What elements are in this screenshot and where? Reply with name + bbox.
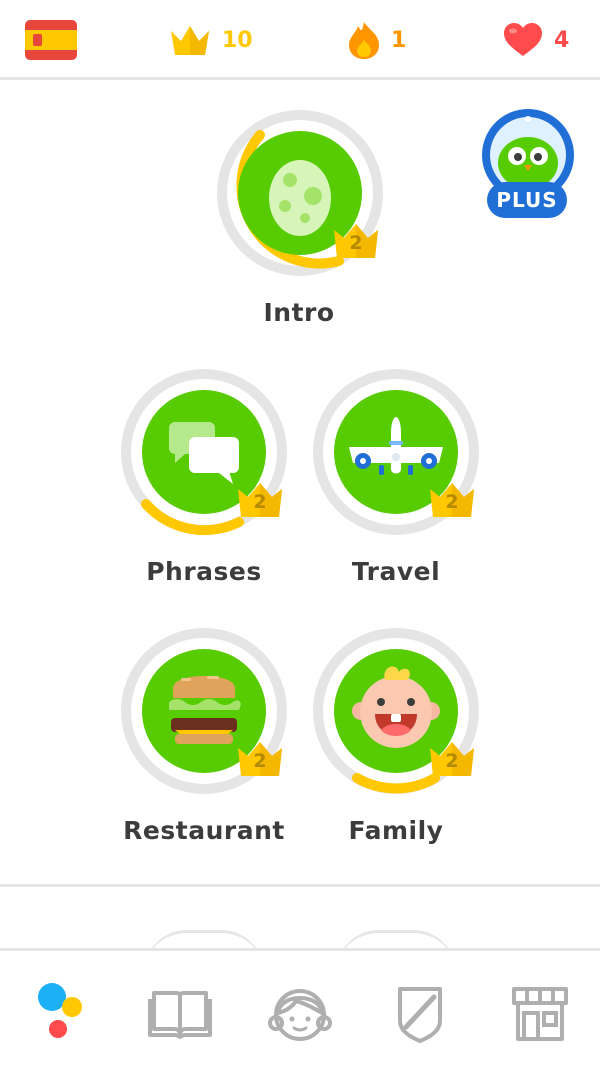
nav-learn[interactable]	[28, 981, 92, 1045]
learn-dots-icon	[38, 983, 82, 1038]
skill-travel-level: 2	[445, 491, 459, 513]
shop-icon	[512, 987, 568, 1041]
hearts-count: 4	[554, 27, 570, 53]
section-divider	[0, 884, 600, 887]
skill-travel[interactable]: 2	[311, 367, 481, 537]
plus-label: PLUS	[487, 182, 567, 218]
skill-phrases[interactable]: 2	[119, 367, 289, 537]
bottom-nav	[0, 948, 600, 1066]
skill-family-level: 2	[445, 750, 459, 772]
top-bar: 10 1 4	[0, 0, 600, 80]
shield-icon	[398, 987, 442, 1043]
plus-badge[interactable]: PLUS	[481, 108, 575, 222]
heart-icon	[504, 23, 542, 56]
skill-restaurant-label[interactable]: Restaurant	[94, 816, 314, 845]
skill-intro[interactable]: 2	[215, 108, 385, 278]
profile-face-icon	[268, 989, 332, 1041]
crown-icon	[171, 26, 209, 55]
streak-counter[interactable]: 1	[347, 20, 406, 60]
nav-profile[interactable]	[268, 981, 332, 1045]
skill-intro-level: 2	[349, 232, 363, 254]
skill-family-label[interactable]: Family	[286, 816, 506, 845]
skill-phrases-level: 2	[253, 491, 267, 513]
nav-leagues[interactable]	[388, 981, 452, 1045]
egg-icon	[269, 160, 331, 236]
skill-family-progress	[352, 773, 440, 794]
skill-phrases-label[interactable]: Phrases	[94, 557, 314, 586]
crowns-count: 10	[222, 27, 253, 53]
hearts-counter[interactable]: 4	[502, 20, 569, 60]
spain-flag-icon[interactable]	[25, 20, 77, 60]
skill-restaurant-level: 2	[253, 750, 267, 772]
book-icon	[148, 991, 212, 1039]
skill-travel-label[interactable]: Travel	[286, 557, 506, 586]
nav-stories[interactable]	[148, 981, 212, 1045]
streak-count: 1	[391, 27, 407, 53]
skill-intro-label[interactable]: Intro	[189, 298, 409, 327]
skill-restaurant[interactable]: 2	[119, 626, 289, 796]
crowns-counter[interactable]: 10	[168, 20, 253, 60]
skill-family[interactable]: 2	[311, 626, 481, 796]
nav-shop[interactable]	[508, 981, 572, 1045]
flame-icon	[349, 22, 379, 59]
